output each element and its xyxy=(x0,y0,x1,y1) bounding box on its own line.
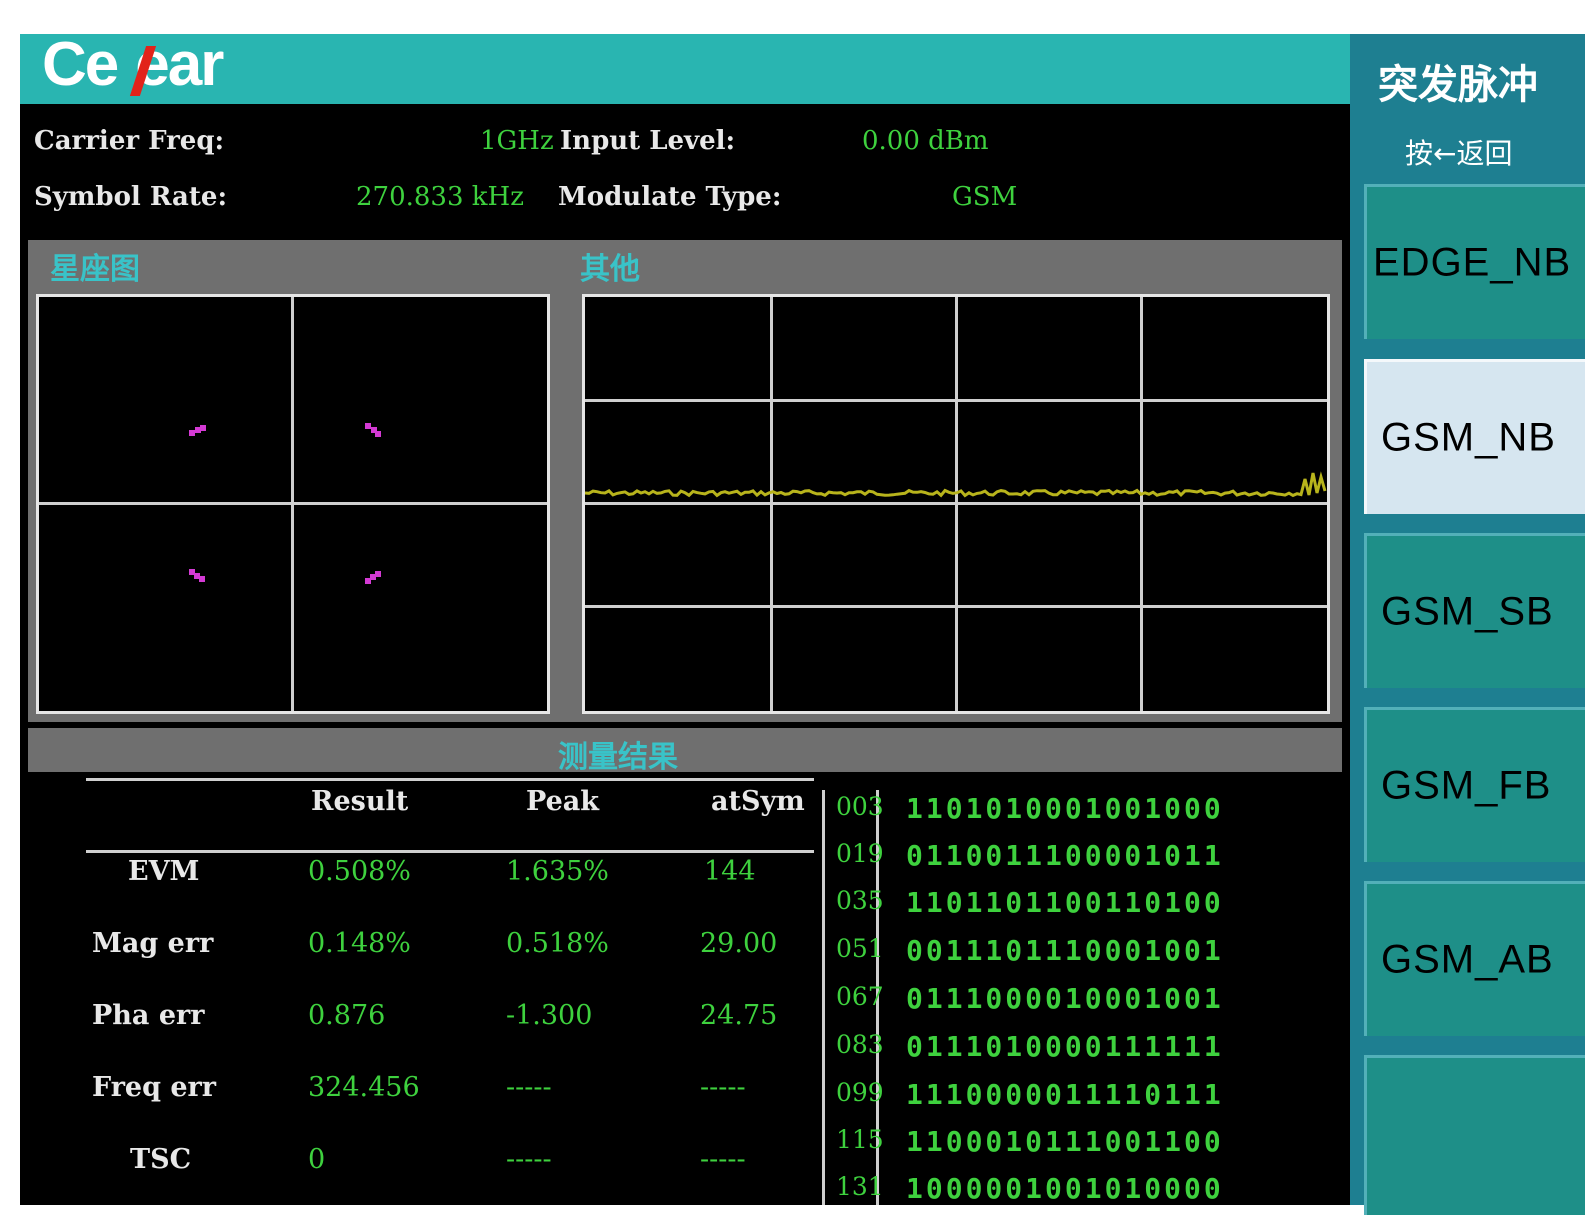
bits-index: 099 xyxy=(836,1078,884,1107)
row-atsym: 144 xyxy=(704,856,756,887)
bits-value: 0011101110001001 xyxy=(906,934,1224,967)
col-header-atsym: atSym xyxy=(711,786,805,817)
menu-back-hint: 按←返回 xyxy=(1405,137,1513,170)
constellation-title: 星座图 xyxy=(50,252,140,287)
row-peak: ----- xyxy=(506,1072,552,1103)
softkey-sidebar: 突发脉冲 按←返回 EDGE_NB GSM_NB GSM_SB GSM_FB G… xyxy=(1350,34,1585,1215)
row-name: TSC xyxy=(130,1144,192,1175)
row-atsym: ----- xyxy=(700,1144,746,1175)
bits-index: 035 xyxy=(836,886,884,915)
softkey-empty[interactable] xyxy=(1364,1055,1585,1215)
results-panel: 测量结果 Result Peak atSym EVM 0.508% 1.635%… xyxy=(28,728,1342,1205)
row-name: Mag err xyxy=(92,928,214,959)
constellation-point xyxy=(189,425,206,437)
other-plot xyxy=(582,294,1330,714)
softkey-label: EDGE_NB xyxy=(1373,240,1572,285)
row-name: Freq err xyxy=(92,1072,217,1103)
constellation-point xyxy=(189,569,205,582)
softkey-label: GSM_SB xyxy=(1381,589,1554,634)
col-header-peak: Peak xyxy=(526,786,599,817)
col-header-result: Result xyxy=(311,786,409,817)
bits-value: 0111010000111111 xyxy=(906,1030,1224,1063)
constellation-point xyxy=(365,423,381,437)
bits-value: 1101010001001000 xyxy=(906,792,1224,825)
symbol-rate-label: Symbol Rate: xyxy=(34,182,228,212)
bits-index: 051 xyxy=(836,934,884,963)
table-divider xyxy=(822,790,825,1205)
bits-value: 1110000011110111 xyxy=(906,1078,1224,1111)
constellation-point xyxy=(365,571,381,584)
symbol-rate-value: 270.833 kHz xyxy=(356,182,524,212)
bits-index: 131 xyxy=(836,1172,884,1201)
results-title: 测量结果 xyxy=(558,740,678,775)
bits-index: 003 xyxy=(836,792,884,821)
carrier-freq-label: Carrier Freq: xyxy=(34,126,225,156)
bits-index: 115 xyxy=(836,1125,884,1154)
trace-svg xyxy=(585,471,1327,498)
menu-title: 突发脉冲 xyxy=(1378,62,1538,108)
row-peak: 1.635% xyxy=(506,856,609,887)
softkey-label: GSM_AB xyxy=(1381,937,1554,982)
row-result: 0.876 xyxy=(308,1000,386,1031)
row-atsym: 29.00 xyxy=(700,928,778,959)
brand-bar: Ce ear xyxy=(20,34,1350,104)
bits-value: 1100010111001100 xyxy=(906,1125,1224,1158)
input-level-value: 0.00 dBm xyxy=(862,126,989,156)
row-result: 0.148% xyxy=(308,928,411,959)
grid-line-horizontal xyxy=(39,502,547,505)
row-peak: -1.300 xyxy=(506,1000,593,1031)
table-rule-top xyxy=(86,778,814,781)
row-name: Pha err xyxy=(92,1000,205,1031)
bits-index: 067 xyxy=(836,982,884,1011)
bits-index: 019 xyxy=(836,839,884,868)
row-name: EVM xyxy=(128,856,200,887)
row-atsym: ----- xyxy=(700,1072,746,1103)
plots-panel: 星座图 其他 xyxy=(28,240,1342,722)
bits-value: 0110011100001011 xyxy=(906,839,1224,872)
row-result: 0.508% xyxy=(308,856,411,887)
row-result: 0 xyxy=(308,1144,326,1175)
softkey-gsm-fb[interactable]: GSM_FB xyxy=(1364,707,1585,862)
softkey-label: GSM_FB xyxy=(1381,763,1552,808)
constellation-plot xyxy=(36,294,550,714)
softkey-gsm-ab[interactable]: GSM_AB xyxy=(1364,881,1585,1036)
other-title: 其他 xyxy=(580,252,640,287)
softkey-gsm-sb[interactable]: GSM_SB xyxy=(1364,533,1585,688)
bits-index: 083 xyxy=(836,1030,884,1059)
modulate-type-label: Modulate Type: xyxy=(558,182,782,212)
modulate-type-value: GSM xyxy=(952,182,1018,212)
softkey-gsm-nb[interactable]: GSM_NB xyxy=(1364,359,1585,514)
row-peak: ----- xyxy=(506,1144,552,1175)
bits-value: 1101101100110100 xyxy=(906,886,1224,919)
softkey-label: GSM_NB xyxy=(1381,415,1556,460)
softkey-edge-nb[interactable]: EDGE_NB xyxy=(1364,184,1585,339)
analyzer-screen: Ce ear Carrier Freq: 1GHz Input Level: 0.… xyxy=(20,34,1350,1205)
carrier-freq-value: 1GHz xyxy=(480,126,554,156)
bits-value: 1000001001010000 xyxy=(906,1172,1224,1205)
row-peak: 0.518% xyxy=(506,928,609,959)
measurement-trace xyxy=(585,471,1327,498)
row-result: 324.456 xyxy=(308,1072,420,1103)
row-atsym: 24.75 xyxy=(700,1000,778,1031)
table-rule-header xyxy=(86,850,814,853)
bits-value: 0111000010001001 xyxy=(906,982,1224,1015)
results-header-bar: 测量结果 xyxy=(28,728,1342,775)
input-level-label: Input Level: xyxy=(560,126,736,156)
